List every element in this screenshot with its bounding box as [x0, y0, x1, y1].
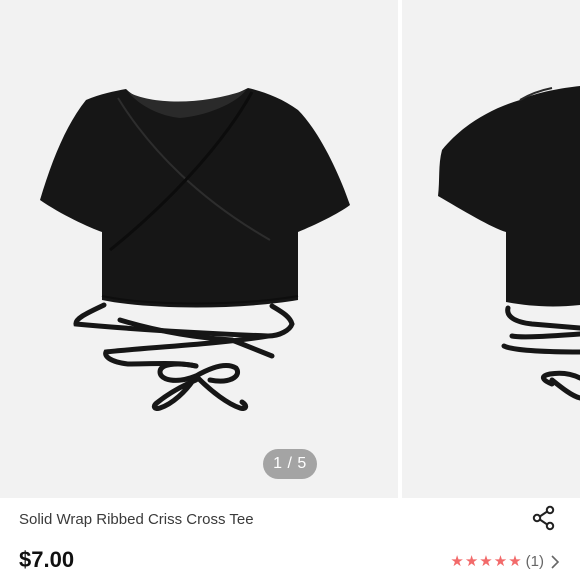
- share-button[interactable]: [530, 504, 558, 532]
- crop-top-image: [40, 88, 350, 411]
- product-image-2[interactable]: [402, 0, 580, 498]
- product-info: Solid Wrap Ribbed Criss Cross Tee $7.00 …: [0, 498, 580, 580]
- product-image-1[interactable]: 1 / 5: [0, 0, 398, 498]
- star-icon: ★: [493, 553, 508, 570]
- rating-reviews-link[interactable]: ★ ★ ★ ★ ★ (1): [449, 551, 560, 573]
- crop-top-back-image: [438, 86, 580, 401]
- review-count: (1): [525, 553, 544, 570]
- share-icon: [532, 505, 555, 531]
- chevron-right-icon: [551, 555, 560, 569]
- star-icon: ★: [508, 553, 522, 570]
- star-icon: ★: [464, 553, 479, 570]
- star-icon: ★: [479, 553, 493, 570]
- star-icon: ★: [450, 553, 464, 570]
- image-counter: 1 / 5: [263, 449, 317, 479]
- image-gallery[interactable]: 1 / 5: [0, 0, 580, 498]
- product-title: Solid Wrap Ribbed Criss Cross Tee: [19, 511, 254, 528]
- product-price: $7.00: [19, 547, 75, 572]
